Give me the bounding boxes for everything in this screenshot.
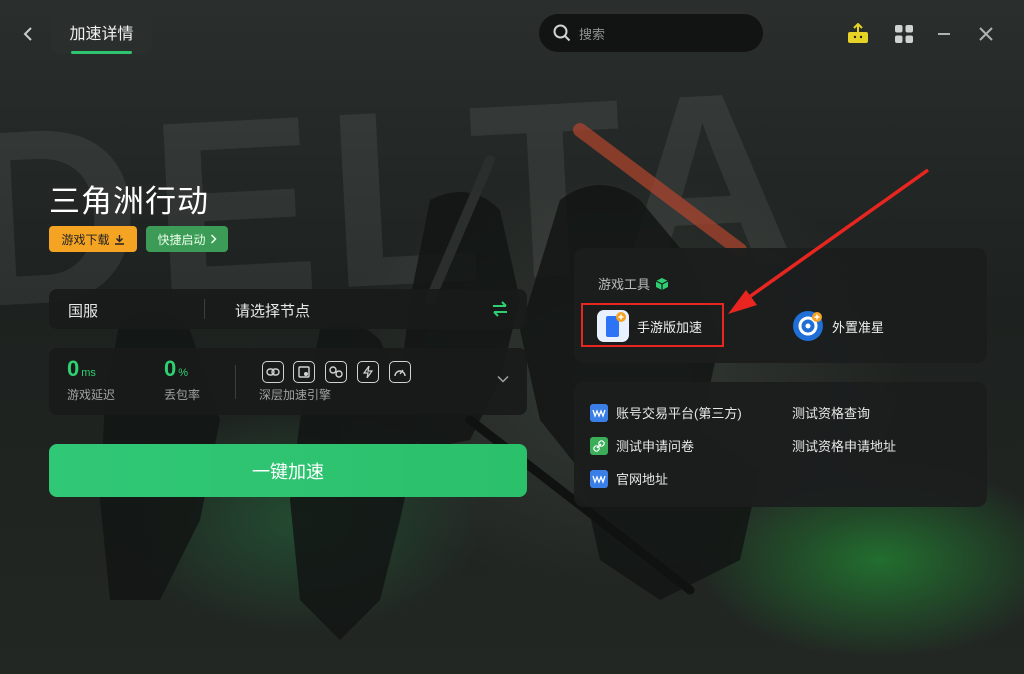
search-bar[interactable]: 搜索 bbox=[539, 14, 763, 52]
apps-grid-icon bbox=[895, 25, 913, 43]
chevron-down-icon[interactable] bbox=[497, 375, 509, 383]
latency-unit: ms bbox=[81, 367, 96, 379]
game-download-label: 游戏下载 bbox=[61, 232, 110, 247]
close-icon bbox=[979, 27, 993, 41]
highlight-box bbox=[581, 303, 724, 347]
back-button[interactable] bbox=[16, 22, 40, 46]
close-button[interactable] bbox=[973, 21, 999, 47]
link-test-application-address[interactable]: 测试资格申请地址 bbox=[792, 436, 896, 455]
minimize-button[interactable] bbox=[931, 21, 957, 47]
latency-value-group: 0 ms bbox=[67, 356, 96, 382]
link-test-application-survey[interactable]: 测试申请问卷 bbox=[590, 436, 694, 455]
chevron-right-icon bbox=[210, 234, 217, 244]
tab-label: 加速详情 bbox=[69, 26, 134, 43]
screen-icon[interactable] bbox=[293, 361, 315, 383]
game-download-button[interactable]: 游戏下载 bbox=[49, 226, 137, 252]
game-tools-title: 游戏工具 bbox=[598, 277, 651, 292]
cube-icon bbox=[655, 277, 669, 290]
game-title: 三角洲行动 bbox=[49, 184, 209, 219]
link-test-qualification-query[interactable]: 测试资格查询 bbox=[792, 403, 870, 422]
gauge-icon[interactable] bbox=[389, 361, 411, 383]
region-select[interactable]: 国服 bbox=[68, 300, 98, 321]
loss-value: 0 bbox=[164, 356, 177, 381]
share-icon[interactable] bbox=[325, 361, 347, 383]
latency-value: 0 bbox=[67, 356, 80, 381]
crosshair-icon bbox=[793, 311, 823, 341]
bolt-icon[interactable] bbox=[357, 361, 379, 383]
search-icon bbox=[553, 24, 571, 42]
link-official-website[interactable]: 官网地址 bbox=[590, 469, 668, 488]
quick-launch-button[interactable]: 快捷启动 bbox=[146, 226, 228, 252]
loss-label: 丢包率 bbox=[164, 388, 201, 402]
latency-label: 游戏延迟 bbox=[67, 388, 116, 402]
link-label: 测试资格申请地址 bbox=[792, 439, 897, 454]
divider bbox=[235, 365, 236, 399]
link-icon[interactable] bbox=[262, 361, 284, 383]
engine-label: 深层加速引擎 bbox=[259, 388, 332, 402]
tab-acceleration-details[interactable]: 加速详情 bbox=[51, 10, 152, 54]
divider bbox=[204, 299, 205, 319]
loss-unit: % bbox=[178, 367, 189, 379]
region-node-bar: 国服 请选择节点 bbox=[49, 289, 527, 329]
link-label: 测试申请问卷 bbox=[616, 439, 695, 454]
tool-label: 外置准星 bbox=[832, 319, 885, 335]
www-icon bbox=[590, 403, 608, 422]
gift-box-icon bbox=[848, 23, 868, 43]
tool-external-crosshair[interactable]: 外置准星 bbox=[792, 308, 884, 344]
node-select[interactable]: 请选择节点 bbox=[235, 300, 310, 321]
game-links-panel: 账号交易平台(第三方) 测试资格查询 测试申请问卷 测试资格申请地址 官网地址 bbox=[574, 382, 987, 507]
apps-grid-button[interactable] bbox=[891, 21, 917, 47]
acceleration-stats: 0 ms 游戏延迟 0% 丢包率 深层加速引擎 bbox=[49, 348, 527, 415]
gift-box-button[interactable] bbox=[845, 21, 871, 47]
quick-launch-label: 快捷启动 bbox=[157, 232, 206, 247]
game-tools-header: 游戏工具 bbox=[598, 274, 669, 293]
swap-icon[interactable] bbox=[491, 300, 509, 318]
link-label: 测试资格查询 bbox=[792, 406, 871, 421]
minimize-icon bbox=[938, 33, 950, 35]
link-label: 官网地址 bbox=[616, 472, 669, 487]
link-account-trading[interactable]: 账号交易平台(第三方) bbox=[590, 403, 742, 422]
download-icon bbox=[114, 234, 124, 245]
loss-value-group: 0% bbox=[164, 356, 188, 382]
one-click-accelerate-button[interactable]: 一键加速 bbox=[49, 444, 527, 497]
link-label: 账号交易平台(第三方) bbox=[616, 406, 742, 421]
search-placeholder: 搜索 bbox=[579, 26, 606, 42]
chevron-left-icon bbox=[23, 27, 32, 41]
www-icon bbox=[590, 469, 608, 488]
link-icon bbox=[590, 436, 608, 455]
